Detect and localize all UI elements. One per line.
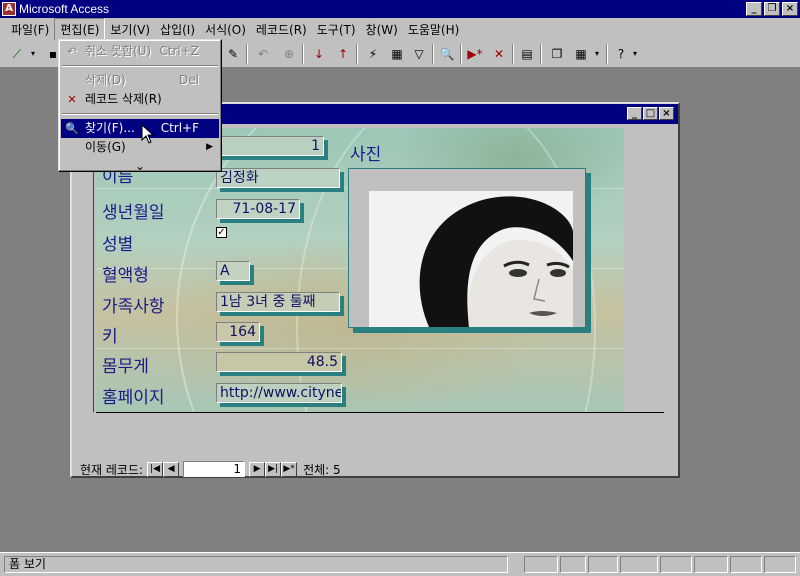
name-field[interactable]: 김정화: [216, 168, 340, 188]
bloodtype-label: 혈액형: [102, 266, 149, 286]
sort-ascending-icon[interactable]: ↓: [308, 44, 330, 64]
total-records-label: 전체: 5: [303, 462, 341, 477]
homepage-label: 홈페이지: [102, 388, 165, 408]
birthdate-field[interactable]: 71-08-17: [216, 199, 300, 219]
delete-record-icon[interactable]: ✕: [488, 44, 510, 64]
homepage-field[interactable]: http://www.cityne: [216, 383, 342, 403]
prev-record-button[interactable]: ◀: [163, 461, 180, 477]
portrait-photo: [369, 191, 573, 327]
form-close-button[interactable]: ×: [659, 107, 674, 120]
status-pane: [588, 556, 618, 573]
new-object-dropdown-icon[interactable]: ▾: [592, 44, 602, 64]
form-minimize-button[interactable]: _: [627, 107, 642, 120]
gender-checkbox[interactable]: ✓: [216, 227, 227, 238]
last-record-button[interactable]: ▶|: [265, 461, 282, 477]
format-painter-icon[interactable]: ✎: [222, 44, 244, 64]
form-maximize-button[interactable]: □: [643, 107, 658, 120]
menu-expand-chevron[interactable]: ⌄: [61, 157, 219, 176]
photo-label: 사진: [350, 145, 382, 165]
family-field[interactable]: 1남 3녀 중 둘째: [216, 292, 340, 312]
birthdate-label: 생년월일: [102, 203, 165, 223]
menu-separator: [62, 113, 218, 115]
gender-label: 성별: [102, 235, 134, 255]
height-label: 키: [102, 327, 118, 347]
close-button[interactable]: ×: [782, 2, 798, 16]
menu-view[interactable]: 보기(V): [105, 19, 155, 40]
status-text: 폼 보기: [4, 556, 508, 573]
view-design-icon[interactable]: ⟋: [6, 44, 28, 64]
menu-tools[interactable]: 도구(T): [312, 19, 361, 40]
menu-separator: [62, 65, 218, 67]
id-field[interactable]: 1: [216, 136, 324, 156]
status-bar: 폼 보기: [0, 552, 800, 576]
status-pane: [620, 556, 658, 573]
status-pane: [660, 556, 692, 573]
mouse-cursor-icon: [141, 124, 155, 144]
menu-records[interactable]: 레코드(R): [251, 19, 312, 40]
menu-item-delete[interactable]: 삭제(D) Del: [61, 71, 219, 90]
menu-insert[interactable]: 삽입(I): [155, 19, 200, 40]
access-app-icon[interactable]: A: [2, 2, 16, 16]
apply-filter-icon[interactable]: ▽: [408, 44, 430, 64]
app-title: Microsoft Access: [19, 2, 110, 16]
weight-label: 몸무게: [102, 357, 149, 377]
status-pane: [764, 556, 796, 573]
bloodtype-field[interactable]: A: [216, 261, 250, 281]
menu-bar: 파일(F) 편집(E) 보기(V) 삽입(I) 서식(O) 레코드(R) 도구(…: [0, 17, 800, 41]
delete-record-menu-icon: ✕: [67, 93, 77, 106]
view-dropdown-icon[interactable]: ▾: [28, 44, 38, 64]
edit-menu-dropdown: ↶ 취소 못함(U) Ctrl+Z 삭제(D) Del ✕ 레코드 삭제(R) …: [58, 39, 222, 173]
family-label: 가족사항: [102, 297, 165, 317]
filter-by-form-icon[interactable]: ▦: [386, 44, 408, 64]
menu-file[interactable]: 파일(F): [6, 19, 54, 40]
height-field[interactable]: 164: [216, 322, 260, 342]
status-pane: [694, 556, 728, 573]
weight-field[interactable]: 48.5: [216, 352, 342, 372]
find-icon[interactable]: 🔍: [436, 44, 458, 64]
chevron-down-icon: ⌄: [134, 159, 146, 173]
new-record-icon[interactable]: ▶*: [464, 44, 486, 64]
menu-item-goto[interactable]: 이동(G) ▶: [61, 138, 219, 157]
record-navigator: 현재 레코드: |◀ ◀ 1 ▶ ▶| ▶* 전체: 5: [80, 460, 400, 478]
undo-icon[interactable]: ↶: [252, 44, 274, 64]
filter-by-selection-icon[interactable]: ⚡: [362, 44, 384, 64]
undo-menu-icon: ↶: [67, 45, 77, 58]
menu-item-find[interactable]: 🔍 찾기(F)... Ctrl+F: [61, 119, 219, 138]
status-pane: [560, 556, 586, 573]
first-record-button[interactable]: |◀: [147, 461, 164, 477]
database-window-icon[interactable]: ❐: [546, 44, 568, 64]
submenu-arrow-icon: ▶: [206, 142, 213, 152]
status-pane: [524, 556, 558, 573]
help-dropdown-icon[interactable]: ▾: [630, 44, 640, 64]
status-pane: [730, 556, 762, 573]
minimize-button[interactable]: _: [746, 2, 762, 16]
help-icon[interactable]: ?: [610, 44, 632, 64]
current-record-label: 현재 레코드:: [80, 462, 144, 477]
record-number-input[interactable]: 1: [183, 461, 246, 477]
menu-format[interactable]: 서식(O): [200, 19, 251, 40]
sort-descending-icon[interactable]: ↑: [332, 44, 354, 64]
binoculars-icon: 🔍: [65, 122, 79, 135]
menu-help[interactable]: 도움말(H): [403, 19, 465, 40]
menu-item-delete-record[interactable]: ✕ 레코드 삭제(R): [61, 90, 219, 109]
web-icon[interactable]: ⊕: [278, 44, 300, 64]
menu-window[interactable]: 창(W): [361, 19, 403, 40]
app-title-bar: A Microsoft Access _ ❐ ×: [0, 0, 800, 18]
photo-frame[interactable]: [348, 168, 586, 328]
restore-button[interactable]: ❐: [764, 2, 780, 16]
new-record-nav-button[interactable]: ▶*: [281, 461, 298, 477]
new-object-icon[interactable]: ▦: [570, 44, 592, 64]
menu-edit[interactable]: 편집(E): [54, 17, 106, 41]
next-record-button[interactable]: ▶: [249, 461, 266, 477]
menu-item-undo[interactable]: ↶ 취소 못함(U) Ctrl+Z: [61, 42, 219, 61]
properties-icon[interactable]: ▤: [516, 44, 538, 64]
